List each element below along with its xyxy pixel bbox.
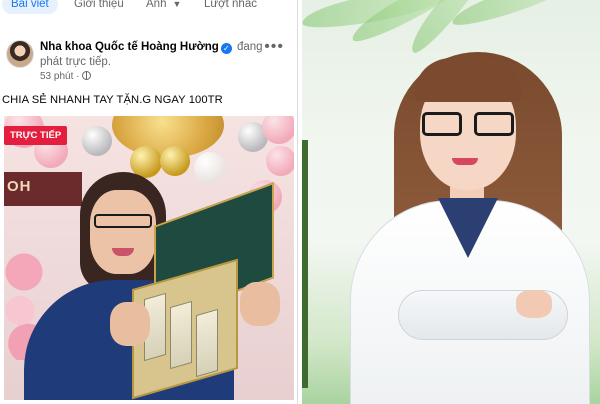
doctor-bangs	[414, 58, 522, 102]
live-video[interactable]: TRỰC TIẾP OH	[4, 116, 294, 400]
verified-badge-icon: ✓	[220, 43, 232, 54]
avatar[interactable]	[6, 40, 34, 68]
post-author-line: Nha khoa Quốc tế Hoàng Hường ✓ đang phát …	[40, 40, 272, 70]
post-header: Nha khoa Quốc tế Hoàng Hường ✓ đang phát …	[0, 36, 297, 88]
palm-leaf	[448, 0, 570, 32]
presenter-right-hand	[240, 282, 280, 326]
facebook-post-panel: Bài viết Giới thiệu Ảnh ▼ Lượt nhắc Nha k…	[0, 0, 298, 404]
doctor-portrait-panel	[302, 0, 600, 404]
chevron-down-icon: ▼	[172, 0, 182, 9]
globe-icon	[82, 71, 92, 80]
doctor-hand	[516, 290, 552, 318]
live-badge: TRỰC TIẾP	[4, 126, 68, 145]
post-meta: 53 phút ·	[40, 71, 92, 82]
more-options-icon[interactable]: •••	[264, 38, 284, 56]
gift-item	[170, 300, 192, 370]
tab-posts-label: Bài viết	[11, 0, 49, 10]
balloon	[82, 126, 112, 156]
tab-photos-label: Ảnh	[146, 0, 167, 10]
post-time[interactable]: 53 phút ·	[40, 71, 79, 82]
tab-posts[interactable]: Bài viết	[2, 0, 58, 14]
tab-photos[interactable]: Ảnh ▼	[146, 0, 181, 14]
backdrop-banner: OH	[4, 172, 82, 206]
profile-tabs: Bài viết Giới thiệu Ảnh ▼ Lượt nhắc	[0, 0, 297, 18]
author-name[interactable]: Nha khoa Quốc tế Hoàng Hường	[40, 41, 219, 53]
gift-item	[196, 308, 218, 378]
tab-mentions-label: Lượt nhắc	[204, 0, 257, 10]
doctor-glasses	[422, 112, 514, 136]
doctor-lips	[452, 158, 478, 165]
green-edge-strip	[302, 140, 308, 388]
tab-about-label: Giới thiệu	[74, 0, 124, 10]
balloon	[160, 146, 190, 176]
presenter-left-hand	[110, 302, 150, 346]
post-caption: CHIA SẺ NHANH TAY TẶN.G NGAY 100TR	[2, 94, 223, 106]
tab-mentions[interactable]: Lượt nhắc	[204, 0, 257, 14]
presenter-glasses	[94, 214, 152, 228]
balloon	[194, 152, 226, 184]
glasses-lens	[474, 112, 514, 136]
presenter-face	[90, 190, 156, 274]
balloon	[266, 146, 294, 176]
tab-about[interactable]: Giới thiệu	[74, 0, 124, 14]
glasses-lens	[422, 112, 462, 136]
